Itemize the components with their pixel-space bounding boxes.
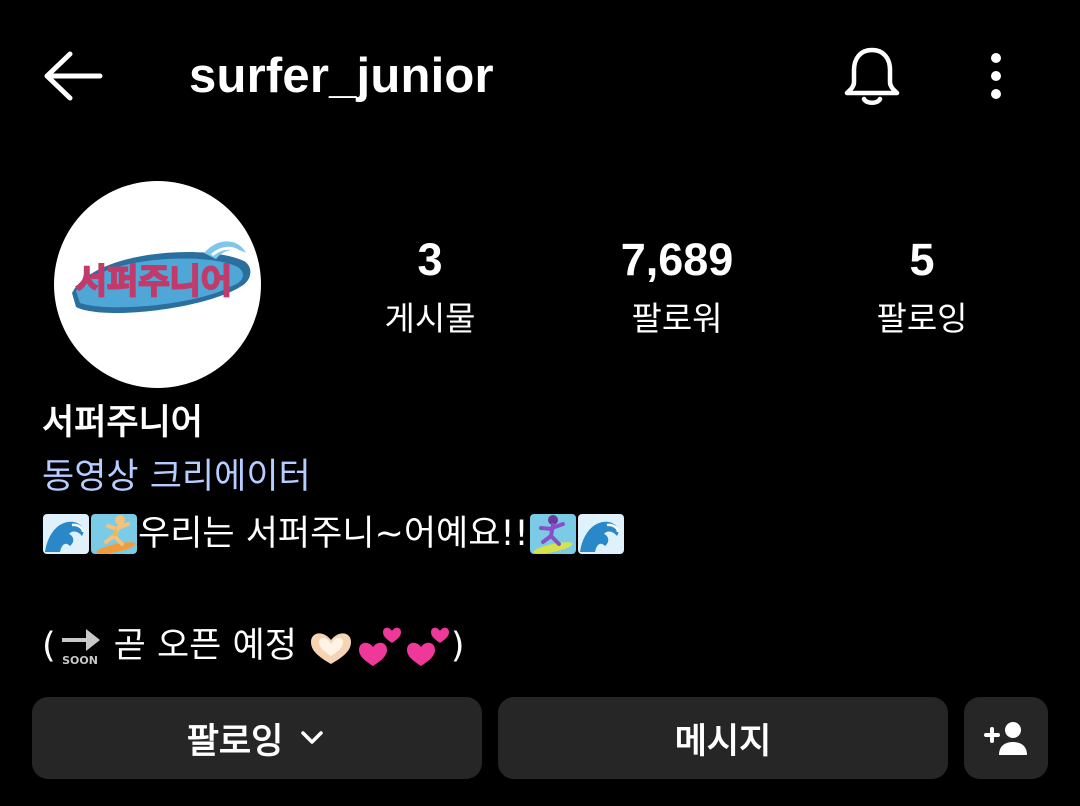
bio-category[interactable]: 동영상 크리에이터 <box>42 450 1042 506</box>
profile-bio: 서퍼주니어 동영상 크리에이터 우리는 서퍼주니~어예요!! (SOON 곧 … <box>42 396 1042 674</box>
stat-followers[interactable]: 7,689 팔로워 <box>577 230 777 348</box>
heart-hands-icon <box>310 633 351 664</box>
add-person-button[interactable] <box>964 697 1048 779</box>
soon-arrow-icon: SOON <box>61 629 100 667</box>
two-hearts-icon <box>406 627 449 666</box>
stat-following[interactable]: 5 팔로잉 <box>822 230 1022 348</box>
stat-posts[interactable]: 3 게시물 <box>330 230 530 348</box>
bio-line-1: 우리는 서퍼주니~어예요!! <box>42 506 1042 562</box>
bio-line-1-text: 우리는 서퍼주니~어예요!! <box>138 514 529 554</box>
bell-icon[interactable] <box>840 42 904 110</box>
chevron-down-icon <box>301 731 324 744</box>
wave-icon <box>577 514 624 554</box>
more-vertical-icon[interactable] <box>974 46 1018 106</box>
bio-name: 서퍼주니어 <box>42 403 204 443</box>
surfer-icon <box>529 514 576 554</box>
following-count: 5 <box>909 234 935 285</box>
close-paren: ) <box>450 626 465 666</box>
two-hearts-icon <box>358 627 401 666</box>
posts-count: 3 <box>417 234 443 285</box>
bio-line-2: ( SOON 곧 오픈 예정 ) <box>42 618 1042 674</box>
add-person-icon <box>984 722 1027 755</box>
wave-icon <box>43 514 89 554</box>
profile-header: surfer_junior <box>0 0 1080 150</box>
avatar-logo-text: 서퍼주니어 <box>76 262 232 302</box>
message-button-label: 메시지 <box>674 721 772 762</box>
profile-username: surfer_junior <box>189 49 494 103</box>
followers-label: 팔로워 <box>631 299 723 338</box>
back-arrow-icon[interactable] <box>40 46 106 106</box>
following-label: 팔로잉 <box>876 299 968 338</box>
posts-label: 게시물 <box>384 299 476 338</box>
following-button[interactable]: 팔로잉 <box>32 697 482 779</box>
surfer-junior-logo: 서퍼주니어 <box>72 241 251 314</box>
open-paren: ( <box>42 626 56 666</box>
bio-line-2-text: 곧 오픈 예정 <box>113 626 297 666</box>
profile-avatar[interactable]: 서퍼주니어 <box>54 181 261 388</box>
followers-count: 7,689 <box>620 234 734 285</box>
message-button[interactable]: 메시지 <box>498 697 948 779</box>
soon-label: SOON <box>62 654 98 667</box>
surfer-icon <box>91 514 137 554</box>
following-button-label: 팔로잉 <box>186 721 284 762</box>
